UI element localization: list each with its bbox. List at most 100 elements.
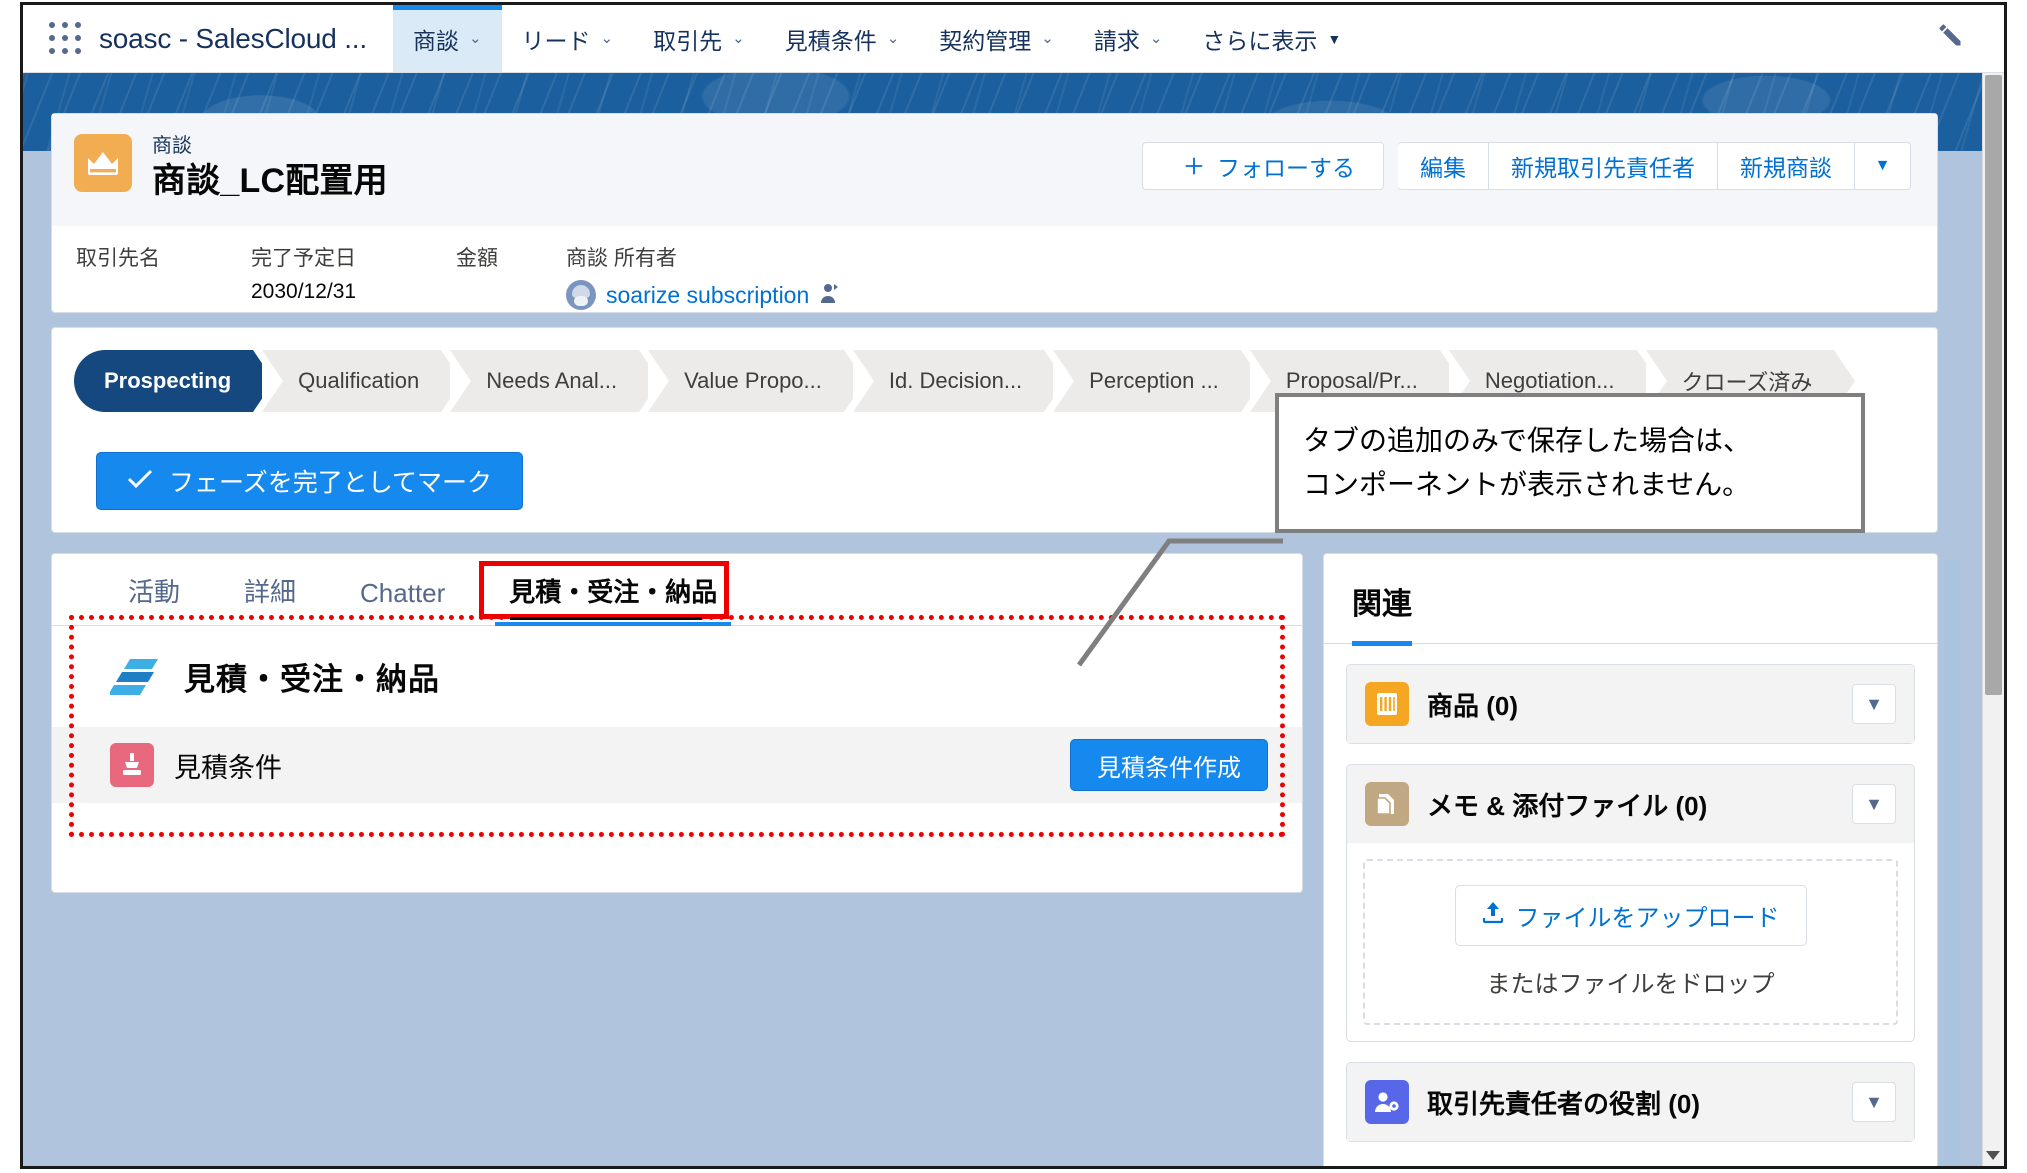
related-list-header[interactable]: 取引先責任者の役割 (0) ▼	[1347, 1063, 1914, 1141]
field-label: 金額	[456, 247, 498, 270]
nav-tab-label: 請求	[1093, 27, 1140, 54]
tab-details[interactable]: 詳細	[212, 572, 328, 625]
path-stage-perception-analysis[interactable]: Perception ...	[1053, 350, 1262, 412]
record-header-card: 商談 商談_LC配置用 plus-icon フォローする 編集 新規取引先責任者…	[51, 113, 1938, 313]
create-quote-condition-button[interactable]: 見積条件作成	[1070, 739, 1268, 791]
follow-button[interactable]: plus-icon フォローする	[1142, 142, 1384, 190]
related-list-body: ファイルをアップロード またはファイルをドロップ	[1347, 843, 1914, 1041]
upload-file-button[interactable]: ファイルをアップロード	[1454, 885, 1807, 946]
drop-files-label: またはファイルをドロップ	[1486, 971, 1775, 998]
more-actions-button[interactable]: ▼	[1855, 142, 1911, 190]
related-list-products: 商品 (0) ▼	[1346, 664, 1915, 744]
notes-attachments-icon	[1365, 782, 1409, 826]
related-panel: 関連 商品 (0) ▼ メモ & 添付ファイル (0) ▼ ファイルをアップロー…	[1323, 553, 1938, 1166]
tab-label: 活動	[128, 577, 181, 607]
record-action-buttons: plus-icon フォローする 編集 新規取引先責任者 新規商談 ▼	[1142, 134, 1911, 190]
path-stage-label: Negotiation...	[1484, 368, 1615, 393]
nav-tab-more[interactable]: さらに表示 ▼	[1182, 5, 1361, 72]
path-stage-label: Proposal/Pr...	[1285, 368, 1418, 393]
page-title: 商談_LC配置用	[152, 162, 388, 200]
global-navigation-bar: soasc - SalesCloud ... 商談 ⌄ リード ⌄ 取引先 ⌄ …	[23, 5, 2004, 73]
mark-stage-complete-button[interactable]: フェーズを完了としてマーク	[96, 452, 524, 510]
inner-scrollbar-thumb[interactable]	[1944, 560, 1960, 1166]
edit-button[interactable]: 編集	[1398, 142, 1489, 190]
browser-window: soasc - SalesCloud ... 商談 ⌄ リード ⌄ 取引先 ⌄ …	[20, 2, 2007, 1169]
related-list-title: 商品 (0)	[1427, 690, 1519, 721]
nav-tab-label: リード	[521, 27, 591, 54]
chevron-down-icon[interactable]: ▼	[1852, 1082, 1896, 1122]
plus-icon-glyph	[1185, 157, 1203, 175]
new-contact-button[interactable]: 新規取引先責任者	[1489, 142, 1718, 190]
quote-condition-row: 見積条件 見積条件作成	[52, 727, 1302, 803]
field-opportunity-owner: 商談 所有者 soarize subscription	[566, 242, 839, 310]
new-opportunity-button[interactable]: 新規商談	[1718, 142, 1855, 190]
related-list-title: メモ & 添付ファイル (0)	[1427, 790, 1708, 821]
path-stage-label: Value Propo...	[684, 368, 822, 393]
nav-tab-accounts[interactable]: 取引先 ⌄	[633, 5, 765, 72]
chevron-down-icon: ⌄	[1149, 30, 1163, 47]
contact-role-icon	[1365, 1080, 1409, 1124]
chevron-down-icon: ⌄	[886, 30, 900, 47]
nav-tab-label: 見積条件	[784, 27, 877, 54]
related-list-notes-attachments: メモ & 添付ファイル (0) ▼ ファイルをアップロード またはファイルをドロ…	[1346, 764, 1915, 1042]
path-stage-qualification[interactable]: Qualification	[262, 350, 463, 412]
nav-tab-billing[interactable]: 請求 ⌄	[1074, 5, 1183, 72]
change-owner-icon[interactable]	[819, 282, 839, 309]
record-header-titles: 商談 商談_LC配置用	[152, 134, 388, 203]
file-dropzone[interactable]: ファイルをアップロード またはファイルをドロップ	[1363, 859, 1898, 1025]
scrollbar-thumb[interactable]	[1985, 75, 2002, 695]
chevron-down-icon: ⌄	[600, 30, 614, 47]
check-icon	[127, 469, 153, 494]
tab-related[interactable]: 関連	[1352, 579, 1412, 646]
nav-tab-quote-conditions[interactable]: 見積条件 ⌄	[765, 5, 920, 72]
crown-icon	[74, 134, 132, 192]
chevron-down-icon: ⌄	[1041, 30, 1054, 47]
path-stage-value-proposition[interactable]: Value Propo...	[648, 350, 865, 412]
tab-activity[interactable]: 活動	[96, 572, 212, 625]
field-value: 2030/12/31	[251, 280, 357, 303]
field-label: 商談 所有者	[566, 247, 677, 270]
nav-tab-label: 取引先	[653, 27, 723, 54]
pencil-icon[interactable]	[1936, 21, 1964, 56]
path-stage-id-decision-makers[interactable]: Id. Decision...	[852, 350, 1066, 412]
related-tab-list: 関連	[1324, 554, 1937, 646]
tab-chatter[interactable]: Chatter	[328, 578, 477, 625]
nav-tab-opportunities[interactable]: 商談 ⌄	[392, 5, 502, 72]
nav-tab-label: 商談	[412, 27, 459, 54]
nav-tab-leads[interactable]: リード ⌄	[502, 5, 634, 72]
chevron-down-icon: ⌄	[468, 30, 482, 47]
vertical-scrollbar[interactable]	[1982, 73, 2004, 1166]
path-stage-label: Qualification	[298, 368, 420, 393]
chevron-down-icon[interactable]: ▼	[1852, 784, 1896, 824]
tab-underline	[510, 617, 702, 620]
related-list-header[interactable]: メモ & 添付ファイル (0) ▼	[1347, 765, 1914, 843]
component-title: 見積・受注・納品	[184, 662, 440, 697]
nav-tab-label: 契約管理	[939, 27, 1032, 54]
tab-label: 詳細	[244, 577, 297, 607]
field-label: 取引先名	[76, 247, 160, 270]
tab-label: 見積・受注・納品	[509, 577, 718, 607]
path-stage-label: Id. Decision...	[888, 368, 1023, 393]
related-list-title: 取引先責任者の役割 (0)	[1427, 1088, 1701, 1119]
scroll-down-arrow-icon[interactable]	[1986, 1151, 2000, 1160]
follow-button-label: フォローする	[1217, 155, 1355, 181]
app-name-label[interactable]: soasc - SalesCloud ...	[99, 23, 367, 55]
upload-file-label: ファイルをアップロード	[1515, 905, 1780, 932]
related-list-header[interactable]: 商品 (0) ▼	[1347, 665, 1914, 743]
path-stage-label: Needs Anal...	[486, 368, 618, 393]
mark-stage-complete-label: フェーズを完了としてマーク	[169, 469, 493, 497]
product-icon	[1365, 682, 1409, 726]
owner-name-link[interactable]: soarize subscription	[606, 282, 809, 309]
app-launcher-icon[interactable]	[49, 21, 83, 56]
annotation-line-1: タブの追加のみで保存した場合は、	[1303, 424, 1752, 456]
related-list-contact-roles: 取引先責任者の役割 (0) ▼	[1346, 1062, 1915, 1142]
path-stage-prospecting[interactable]: Prospecting	[74, 350, 275, 412]
path-stage-needs-analysis[interactable]: Needs Anal...	[450, 350, 660, 412]
nav-tab-contract-management[interactable]: 契約管理 ⌄	[919, 5, 1074, 72]
quote-condition-label: 見積条件	[174, 752, 282, 783]
annotation-callout: タブの追加のみで保存した場合は、 コンポーネントが表示されません。	[1275, 393, 1865, 533]
create-quote-condition-label: 見積条件作成	[1097, 754, 1241, 782]
object-type-label: 商談	[152, 135, 192, 157]
chevron-down-icon[interactable]: ▼	[1852, 684, 1896, 724]
field-amount: 金額	[456, 242, 566, 310]
